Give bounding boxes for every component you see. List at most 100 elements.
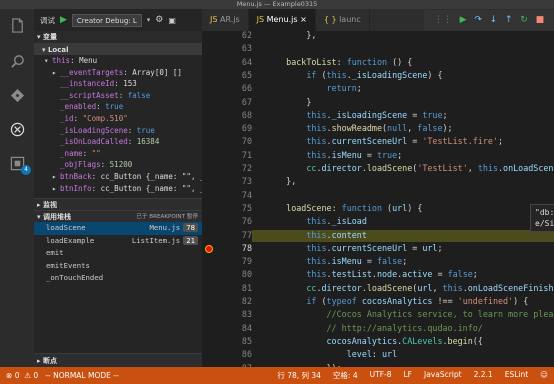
language-mode[interactable]: JavaScript (424, 370, 462, 381)
line-number[interactable]: 70 (202, 136, 252, 146)
line-number[interactable]: 71 (202, 150, 252, 160)
code-line[interactable]: cc.director.loadScene('TestList', this.o… (266, 163, 554, 173)
variable-row[interactable]: _isOnLoadCalled: 16384 (34, 136, 202, 148)
encoding[interactable]: UTF-8 (370, 370, 392, 381)
extensions-icon[interactable]: 4 (7, 153, 31, 175)
terminal-icon[interactable]: ▣ (168, 16, 176, 25)
cursor-position[interactable]: 行 78, 列 34 (277, 370, 321, 381)
variable-row[interactable]: _id: "Comp.510" (34, 113, 202, 125)
code-line[interactable]: this.isMenu = true; (266, 150, 402, 160)
callstack-frame[interactable]: emit (34, 247, 202, 260)
line-number[interactable]: 67 (202, 97, 252, 107)
code-line[interactable]: this.testList.node.active = false; (266, 269, 478, 279)
line-number[interactable]: 66 (202, 83, 252, 93)
line-ending[interactable]: LF (404, 370, 413, 381)
step-into-icon[interactable]: ↓ (490, 15, 498, 25)
tab-ar-js[interactable]: JS AR.js (202, 9, 249, 31)
code-line[interactable]: this._isLoad (266, 216, 367, 226)
code-line[interactable]: cocosAnalytics.CALevels.begin({ (266, 336, 483, 346)
variable-row[interactable]: ▸ __eventTargets: Array[0] [] (34, 67, 202, 79)
error-icon[interactable]: ⊗ (6, 371, 12, 380)
gear-icon[interactable]: ⚙ (155, 15, 163, 25)
variable-row[interactable]: _name: "" (34, 148, 202, 160)
warning-icon[interactable]: ⚠ (24, 371, 31, 380)
files-icon[interactable] (7, 15, 27, 35)
variable-row[interactable]: _enabled: true (34, 101, 202, 113)
code-line[interactable]: return; (266, 83, 362, 93)
drag-handle-icon[interactable]: ⋮⋮ (434, 15, 452, 25)
line-number[interactable]: 69 (202, 123, 252, 133)
line-number[interactable]: 83 (202, 309, 252, 319)
line-number[interactable]: 77 (202, 230, 252, 240)
debug-config-select[interactable]: Creator Debug: L (71, 13, 142, 27)
step-over-icon[interactable]: ↷ (474, 15, 482, 25)
line-number[interactable]: 65 (202, 70, 252, 80)
code-line[interactable]: // http://analytics.qudao.info/ (266, 323, 483, 333)
line-number[interactable]: 74 (202, 190, 252, 200)
search-icon[interactable] (7, 51, 27, 71)
line-number[interactable]: 76 (202, 216, 252, 226)
warning-count[interactable]: 0 (33, 371, 38, 380)
smiley-icon[interactable]: ☺ (540, 370, 548, 381)
debug-icon[interactable] (7, 119, 27, 139)
code-line[interactable]: this._isLoadingScene = true; (266, 110, 447, 120)
error-count[interactable]: 0 (15, 371, 20, 380)
code-line[interactable]: loadScene: function (url) { (266, 203, 422, 213)
code-line[interactable]: }, (266, 30, 316, 40)
variable-row[interactable]: ▸ btnInfo: cc_Button {_name: "", _ (34, 183, 202, 195)
callstack-frame[interactable]: loadScene Menu.js 78 (34, 222, 202, 235)
callstack-frame[interactable]: _onTouchEnded (34, 272, 202, 285)
variable-row[interactable]: ▸ btnBack: cc_Button {_name: "", _ (34, 171, 202, 183)
line-number[interactable]: 72 (202, 163, 252, 173)
callstack-header[interactable]: ▾ 调用堆栈 已于 BREAKPOINT 暂停 (34, 210, 202, 223)
code-line[interactable]: if (this._isLoadingScene) { (266, 70, 442, 80)
start-debug-icon[interactable]: ▶ (60, 15, 67, 25)
code-line[interactable]: this.currentSceneUrl = url; (266, 243, 442, 253)
chevron-down-icon[interactable]: ▾ (147, 16, 151, 24)
git-icon[interactable] (7, 85, 27, 105)
code-line[interactable]: this.isMenu = false; (266, 256, 407, 266)
variable-row[interactable]: _objFlags: 51200 (34, 159, 202, 171)
breakpoint-icon[interactable] (205, 244, 213, 253)
callstack-frame[interactable]: emitEvents (34, 260, 202, 273)
line-number[interactable]: 64 (202, 57, 252, 67)
code-line[interactable]: if (typeof cocosAnalytics !== 'undefined… (266, 296, 528, 306)
variables-header[interactable]: ▾ 变量 (34, 31, 202, 43)
tab-menu-js[interactable]: JS Menu.js × (248, 9, 316, 31)
line-number[interactable]: 63 (202, 43, 252, 53)
code-line[interactable]: //Cocos Analytics service, to learn more… (266, 309, 554, 319)
watch-header[interactable]: ▸ 监视 (34, 198, 202, 211)
tab-launch[interactable]: { } launc (316, 9, 370, 31)
variable-row[interactable]: _isLoadingScene: true (34, 125, 202, 137)
restart-icon[interactable]: ↻ (520, 15, 528, 25)
stop-icon[interactable]: ■ (536, 15, 545, 25)
variable-row[interactable]: ▾ this: Menu (34, 55, 202, 67)
line-number[interactable]: 75 (202, 203, 252, 213)
line-number[interactable]: 86 (202, 349, 252, 359)
variable-row[interactable]: __scriptAsset: false (34, 90, 202, 102)
code-line[interactable]: this.currentSceneUrl = 'TestList.fire'; (266, 136, 503, 146)
line-number[interactable]: 68 (202, 110, 252, 120)
line-number[interactable]: 73 (202, 176, 252, 186)
step-out-icon[interactable]: ↑ (505, 15, 513, 25)
line-number[interactable]: 81 (202, 283, 252, 293)
code-line[interactable]: this.content (266, 230, 367, 240)
code-line[interactable]: backToList: function () { (266, 57, 412, 67)
line-number[interactable]: 84 (202, 323, 252, 333)
code-line[interactable]: }, (266, 176, 296, 186)
local-scope-header[interactable]: ▾ Local (34, 43, 202, 55)
linter[interactable]: ESLint (505, 370, 528, 381)
indentation[interactable]: 空格: 4 (333, 370, 358, 381)
code-line[interactable]: level: url (266, 349, 397, 359)
variable-row[interactable]: __instanceId: 153 (34, 78, 202, 90)
line-number[interactable]: 80 (202, 269, 252, 279)
code-line[interactable]: cc.director.loadScene(url, this.onLoadSc… (266, 283, 554, 293)
line-number[interactable]: 85 (202, 336, 252, 346)
callstack-frame[interactable]: loadExample ListItem.js 21 (34, 235, 202, 248)
code-line[interactable]: } (266, 97, 311, 107)
continue-icon[interactable]: ▶ (460, 15, 467, 25)
close-icon[interactable]: × (300, 15, 307, 24)
line-number[interactable]: 82 (202, 296, 252, 306)
line-number[interactable]: 79 (202, 256, 252, 266)
breakpoints-header[interactable]: ▸ 断点 (34, 353, 202, 367)
